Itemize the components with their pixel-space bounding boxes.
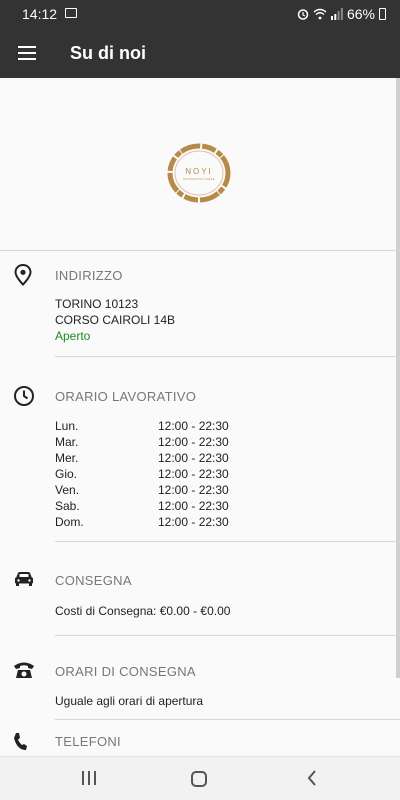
hours-time: 12:00 - 22:30 [158, 483, 229, 497]
delivery-title: CONSEGNA [55, 573, 132, 588]
location-pin-icon [14, 264, 32, 286]
delivery-hours-section: ORARI DI CONSEGNA Uguale agli orari di a… [0, 636, 400, 720]
hours-day: Ven. [55, 483, 80, 497]
status-right: 66% [297, 6, 386, 22]
system-nav-bar [0, 756, 400, 800]
hours-time: 12:00 - 22:30 [158, 499, 229, 513]
hours-day: Lun. [55, 419, 79, 433]
content[interactable]: NOYI RISTORANTE CINESE INDIRIZZO TORINO … [0, 78, 400, 756]
address-line2: CORSO CAIROLI 14B [55, 313, 176, 327]
phone-icon [14, 733, 27, 750]
status-bar: 14:12 66% [0, 0, 400, 28]
hours-time: 12:00 - 22:30 [158, 435, 229, 449]
car-icon [15, 572, 33, 586]
page-title: Su di noi [70, 43, 146, 63]
hours-day: Dom. [55, 515, 84, 529]
battery-percent: 66% [346, 6, 375, 22]
phones-title: TELEFONI [55, 734, 121, 749]
address-title: INDIRIZZO [55, 268, 123, 283]
delivery-section: CONSEGNA Costi di Consegna: €0.00 - €0.0… [0, 542, 400, 636]
hours-section: ORARIO LAVORATIVO Lun. 12:00 - 22:30 Mar… [0, 357, 400, 542]
delivery-hours-title: ORARI DI CONSEGNA [55, 664, 196, 679]
menu-icon[interactable] [18, 46, 36, 60]
address-line1: TORINO 10123 [55, 297, 139, 311]
delivery-hours-text: Uguale agli orari di apertura [55, 694, 204, 708]
open-status: Aperto [55, 329, 91, 343]
restaurant-logo: NOYI RISTORANTE CINESE [167, 143, 231, 203]
hours-day: Gio. [55, 467, 78, 481]
logo-area: NOYI RISTORANTE CINESE [0, 78, 400, 251]
signal-icon [330, 8, 343, 20]
app-bar: Su di noi [0, 28, 400, 78]
clock-icon [14, 386, 34, 406]
alarm-icon [297, 9, 309, 20]
hours-day: Mer. [55, 451, 79, 465]
battery-icon [379, 8, 386, 20]
hours-day: Sab. [55, 499, 80, 513]
delivery-cost: Costi di Consegna: €0.00 - €0.00 [55, 604, 231, 618]
back-icon[interactable] [306, 770, 318, 786]
wifi-icon [313, 8, 327, 20]
recents-button[interactable] [82, 771, 96, 785]
hours-time: 12:00 - 22:30 [158, 419, 229, 433]
status-time: 14:12 [22, 6, 58, 22]
svg-text:RISTORANTE CINESE: RISTORANTE CINESE [183, 178, 215, 181]
hours-time: 12:00 - 22:30 [158, 451, 229, 465]
hours-time: 12:00 - 22:30 [158, 467, 229, 481]
hours-title: ORARIO LAVORATIVO [55, 389, 197, 404]
phones-section: TELEFONI [0, 720, 400, 756]
home-button[interactable] [191, 771, 207, 787]
image-notification-icon [65, 8, 77, 18]
hours-day: Mar. [55, 435, 79, 449]
address-section: INDIRIZZO TORINO 10123 CORSO CAIROLI 14B… [0, 251, 400, 357]
telephone-icon [14, 662, 34, 678]
hours-time: 12:00 - 22:30 [158, 515, 229, 529]
svg-text:NOYI: NOYI [185, 167, 213, 176]
